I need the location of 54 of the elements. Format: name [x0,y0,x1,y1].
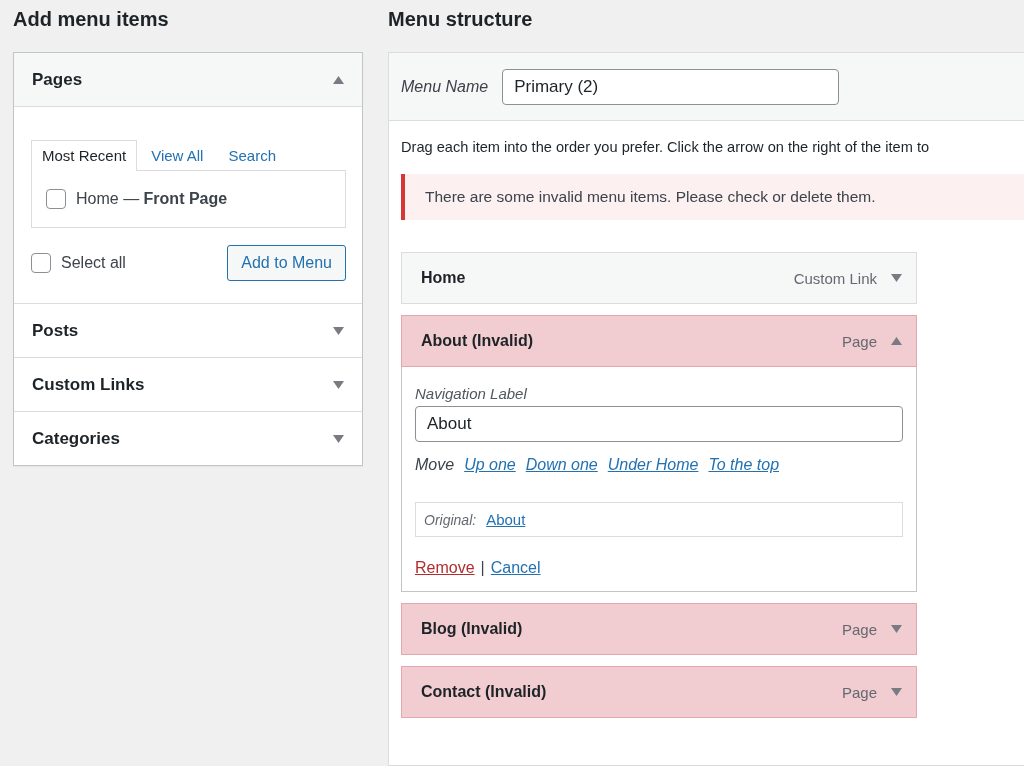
move-link[interactable]: Under Home [607,456,699,474]
menu-item-type: Page [841,620,877,638]
section-header[interactable]: Categories [14,411,362,465]
cancel-link[interactable]: Cancel [490,559,541,577]
original-link[interactable]: About [486,511,526,528]
field-label: Navigation Label [415,385,528,402]
section-header[interactable]: Pages [14,53,362,107]
section-title: Custom Links [32,374,145,395]
move-link[interactable]: Up one [464,456,516,474]
expand-arrow-icon[interactable] [891,688,902,696]
expand-arrow-icon[interactable] [891,274,902,282]
expand-arrow-icon[interactable] [333,326,344,335]
menu-item-title: Home [421,269,467,287]
menu-item-header[interactable]: Home Custom Link [401,252,917,304]
checkbox-label: Home — Front Page [76,190,228,208]
menu-item-header[interactable]: Blog (Invalid) Page [401,603,917,655]
checkbox[interactable] [46,189,66,209]
column-heading: Add menu items [13,7,170,32]
section-header[interactable]: Custom Links [14,357,362,411]
expand-arrow-icon[interactable] [891,625,902,633]
expand-arrow-icon[interactable] [333,380,344,389]
collapse-arrow-icon[interactable] [333,75,344,84]
menu-item-title: About (Invalid) [421,332,534,350]
collapse-arrow-icon[interactable] [891,337,902,345]
menu-item-type: Custom Link [793,269,877,287]
column-heading: Menu structure [388,7,534,32]
original-label: Original: [424,511,477,528]
input-field[interactable]: About [415,406,903,442]
checkbox-label: Select all [61,254,126,272]
menu-item-header[interactable]: Contact (Invalid) Page [401,666,917,718]
menu-name-label: Menu Name [401,77,489,96]
section-header[interactable]: Posts [14,303,362,357]
error-notice: There are some invalid menu items. Please check or delete them. [401,174,1024,220]
menu-item-title: Contact (Invalid) [421,683,548,701]
menu-item-type: Page [841,332,877,350]
menu-item-header[interactable]: About (Invalid) Page [401,315,917,367]
menu-item-type: Page [841,683,877,701]
tab[interactable]: Most Recent [31,140,138,171]
move-link[interactable]: To the top [708,456,780,474]
menu-name-field[interactable]: Primary (2) [502,68,840,105]
expand-arrow-icon[interactable] [333,434,344,443]
remove-link[interactable]: Remove [415,559,475,577]
instructions-text: Drag each item into the order you prefer. Click the arrow on the right of the item to [401,139,931,155]
menu-item-title: Blog (Invalid) [421,620,524,638]
tab[interactable]: Search [217,140,287,171]
section-title: Pages [32,69,83,90]
section-title: Posts [32,320,79,341]
add-to-menu-button[interactable]: Add to Menu [227,245,346,281]
separator: | [480,559,485,577]
move-label: Move [415,456,455,474]
section-title: Categories [32,428,120,449]
checkbox[interactable] [31,253,51,273]
move-link[interactable]: Down one [525,456,598,474]
tab[interactable]: View All [140,140,215,171]
